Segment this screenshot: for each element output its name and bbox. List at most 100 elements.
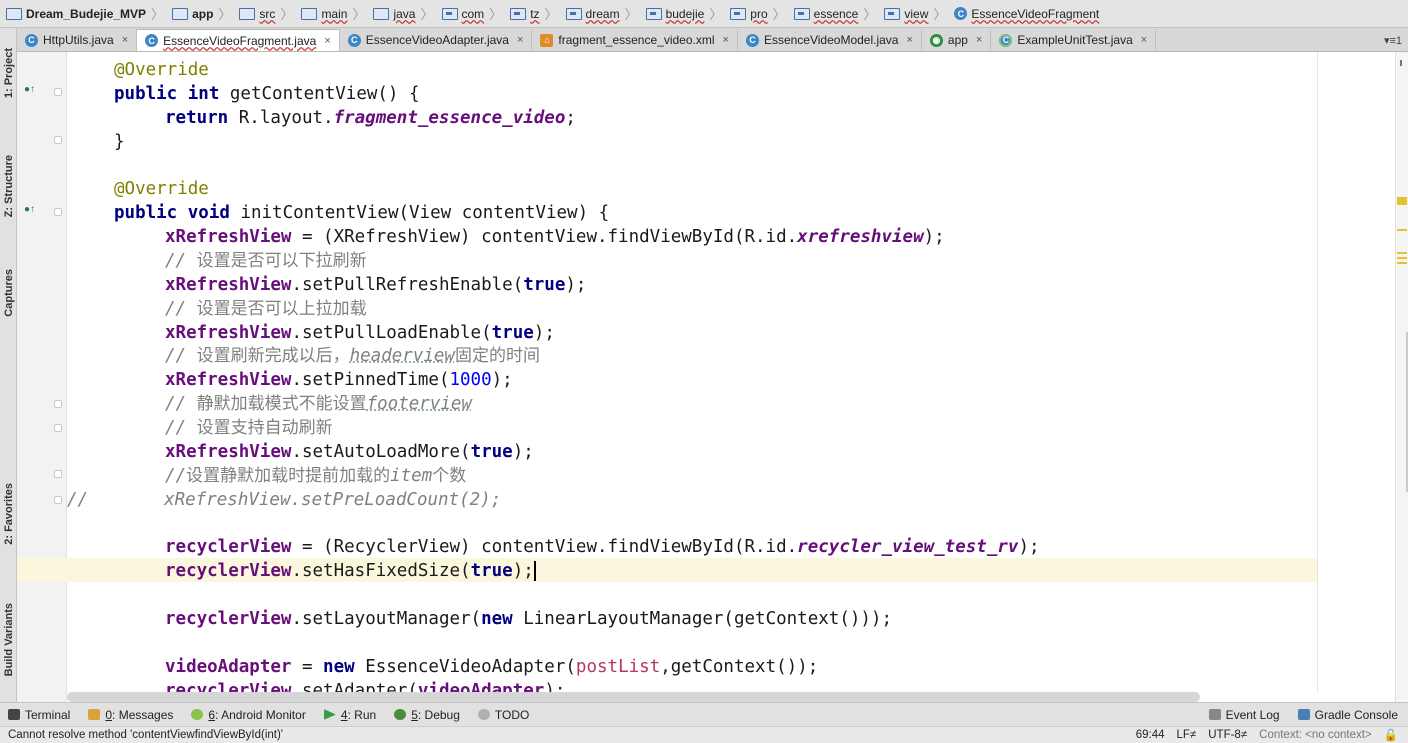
warning-marker[interactable] bbox=[1397, 262, 1407, 264]
breadcrumb-budejie[interactable]: budejie 〉 bbox=[642, 2, 727, 26]
chevron-right-icon: 〉 bbox=[151, 7, 165, 22]
chevron-right-icon: 〉 bbox=[489, 7, 503, 22]
tool-event-log[interactable]: Event Log bbox=[1201, 704, 1290, 726]
close-icon[interactable]: × bbox=[1141, 34, 1147, 46]
package-icon bbox=[645, 7, 662, 20]
error-stripe[interactable] bbox=[1395, 52, 1408, 702]
line-separator[interactable]: LF≠ bbox=[1177, 729, 1197, 741]
tab-list-dropdown[interactable]: ▾≡1 bbox=[1384, 29, 1408, 51]
breadcrumb-essence[interactable]: essence 〉 bbox=[790, 2, 881, 26]
code-line: recyclerView.setHasFixedSize(true); bbox=[165, 561, 536, 581]
fold-icon[interactable] bbox=[54, 424, 62, 432]
close-icon[interactable]: × bbox=[723, 34, 729, 46]
fold-icon[interactable] bbox=[54, 208, 62, 216]
tool-structure[interactable]: Z: Structure bbox=[0, 136, 17, 236]
breadcrumb-main[interactable]: main 〉 bbox=[297, 2, 369, 26]
breadcrumb-dream[interactable]: dream 〉 bbox=[562, 2, 642, 26]
warning-marker[interactable] bbox=[1397, 229, 1407, 231]
breadcrumb-pro[interactable]: pro 〉 bbox=[726, 2, 789, 26]
file-encoding[interactable]: UTF-8≠ bbox=[1208, 729, 1247, 741]
chevron-right-icon: 〉 bbox=[624, 7, 638, 22]
tab-essencevideofragment[interactable]: C EssenceVideoFragment.java × bbox=[137, 29, 340, 51]
code-line: recyclerView.setAdapter(videoAdapter); bbox=[165, 681, 566, 692]
tool-android-monitor[interactable]: 6: Android Monitor bbox=[183, 704, 315, 726]
override-method-icon[interactable]: ●↑ bbox=[24, 204, 35, 215]
code-line: public void initContentView(View content… bbox=[114, 203, 610, 223]
chevron-right-icon: 〉 bbox=[863, 7, 877, 22]
code-editor[interactable]: @Override public int getContentView() { … bbox=[67, 52, 1317, 692]
fold-icon[interactable] bbox=[54, 136, 62, 144]
close-icon[interactable]: × bbox=[906, 34, 912, 46]
folder-icon bbox=[239, 7, 256, 20]
tab-essencevideoadapter[interactable]: C EssenceVideoAdapter.java × bbox=[340, 29, 533, 51]
chevron-right-icon: 〉 bbox=[709, 7, 723, 22]
code-comment: // 设置是否可以下拉刷新 bbox=[165, 251, 367, 271]
code-comment: // 设置支持自动刷新 bbox=[165, 418, 333, 438]
chevron-right-icon: 〉 bbox=[772, 7, 786, 22]
warning-marker[interactable] bbox=[1397, 252, 1407, 254]
tab-essencevideomodel[interactable]: C EssenceVideoModel.java × bbox=[738, 29, 922, 51]
code-comment: // 设置刷新完成以后，headerview固定的时间 bbox=[165, 346, 540, 366]
tab-httputils[interactable]: C HttpUtils.java × bbox=[17, 29, 138, 51]
package-icon bbox=[565, 7, 582, 20]
breadcrumb-java[interactable]: java 〉 bbox=[369, 2, 437, 26]
close-icon[interactable]: × bbox=[324, 35, 330, 47]
warning-marker[interactable] bbox=[1397, 197, 1407, 205]
close-icon[interactable]: × bbox=[122, 34, 128, 46]
code-comment: // 设置是否可以上拉加载 bbox=[165, 299, 367, 319]
tool-gradle-console[interactable]: Gradle Console bbox=[1290, 704, 1408, 726]
debug-icon bbox=[394, 709, 407, 720]
breadcrumb-com[interactable]: com 〉 bbox=[438, 2, 507, 26]
tool-favorites[interactable]: 2: Favorites bbox=[0, 464, 17, 564]
context-indicator[interactable]: Context: <no context> bbox=[1259, 729, 1372, 741]
code-line: public int getContentView() { bbox=[114, 84, 420, 104]
left-tool-strip: 1: Project Z: Structure Captures 2: Favo… bbox=[0, 28, 17, 702]
messages-icon bbox=[88, 709, 101, 720]
breadcrumb-tz[interactable]: tz 〉 bbox=[506, 2, 561, 26]
caret-position[interactable]: 69:44 bbox=[1136, 729, 1165, 741]
fold-icon[interactable] bbox=[54, 470, 62, 478]
project-folder-icon bbox=[6, 7, 22, 20]
breadcrumb-class[interactable]: C EssenceVideoFragment bbox=[950, 2, 1103, 26]
chevron-right-icon: 〉 bbox=[933, 7, 947, 22]
code-comment: //xRefreshView.setPreLoadCount(2); bbox=[67, 490, 502, 510]
breadcrumb-view[interactable]: view 〉 bbox=[880, 2, 950, 26]
status-message: Cannot resolve method 'contentViewfindVi… bbox=[8, 729, 284, 741]
breadcrumb-project[interactable]: Dream_Budejie_MVP 〉 bbox=[2, 2, 168, 26]
tool-debug[interactable]: 5: Debug bbox=[386, 704, 470, 726]
code-line: videoAdapter = new EssenceVideoAdapter(p… bbox=[165, 657, 819, 677]
override-method-icon[interactable]: ●↑ bbox=[24, 84, 35, 95]
tab-exampleunittest[interactable]: C ExampleUnitTest.java × bbox=[991, 29, 1157, 51]
code-line: xRefreshView.setAutoLoadMore(true); bbox=[165, 442, 534, 462]
horizontal-scrollbar[interactable] bbox=[67, 692, 1200, 702]
module-folder-icon bbox=[172, 7, 189, 20]
tool-messages[interactable]: 0: Messages bbox=[80, 704, 183, 726]
warning-marker[interactable] bbox=[1397, 257, 1407, 259]
tool-terminal[interactable]: Terminal bbox=[0, 704, 80, 726]
tab-app[interactable]: ◉ app × bbox=[922, 29, 992, 51]
terminal-icon bbox=[8, 709, 20, 720]
class-icon: C bbox=[25, 33, 38, 47]
tool-run[interactable]: 4: Run bbox=[316, 704, 386, 726]
fold-icon[interactable] bbox=[54, 496, 62, 504]
close-icon[interactable]: × bbox=[517, 34, 523, 46]
tool-todo[interactable]: TODO bbox=[470, 704, 539, 726]
class-icon: C bbox=[745, 33, 759, 47]
breadcrumb-src[interactable]: src 〉 bbox=[235, 2, 297, 26]
tool-captures[interactable]: Captures bbox=[0, 252, 17, 334]
tool-project[interactable]: 1: Project bbox=[0, 32, 17, 114]
fold-icon[interactable] bbox=[54, 88, 62, 96]
todo-icon bbox=[477, 709, 490, 720]
chevron-right-icon: 〉 bbox=[544, 7, 558, 22]
close-icon[interactable]: × bbox=[976, 34, 982, 46]
fold-icon[interactable] bbox=[54, 400, 62, 408]
tab-fragment-essence-video-xml[interactable]: ⌂ fragment_essence_video.xml × bbox=[532, 29, 738, 51]
class-icon: C bbox=[347, 33, 361, 47]
event-log-icon bbox=[1208, 709, 1221, 720]
lock-icon[interactable]: 🔓 bbox=[1384, 728, 1398, 742]
package-icon bbox=[441, 7, 458, 20]
class-icon: C bbox=[954, 7, 968, 20]
chevron-right-icon: 〉 bbox=[420, 7, 434, 22]
breadcrumb-app[interactable]: app 〉 bbox=[168, 2, 235, 26]
tool-build-variants[interactable]: Build Variants bbox=[0, 584, 17, 696]
